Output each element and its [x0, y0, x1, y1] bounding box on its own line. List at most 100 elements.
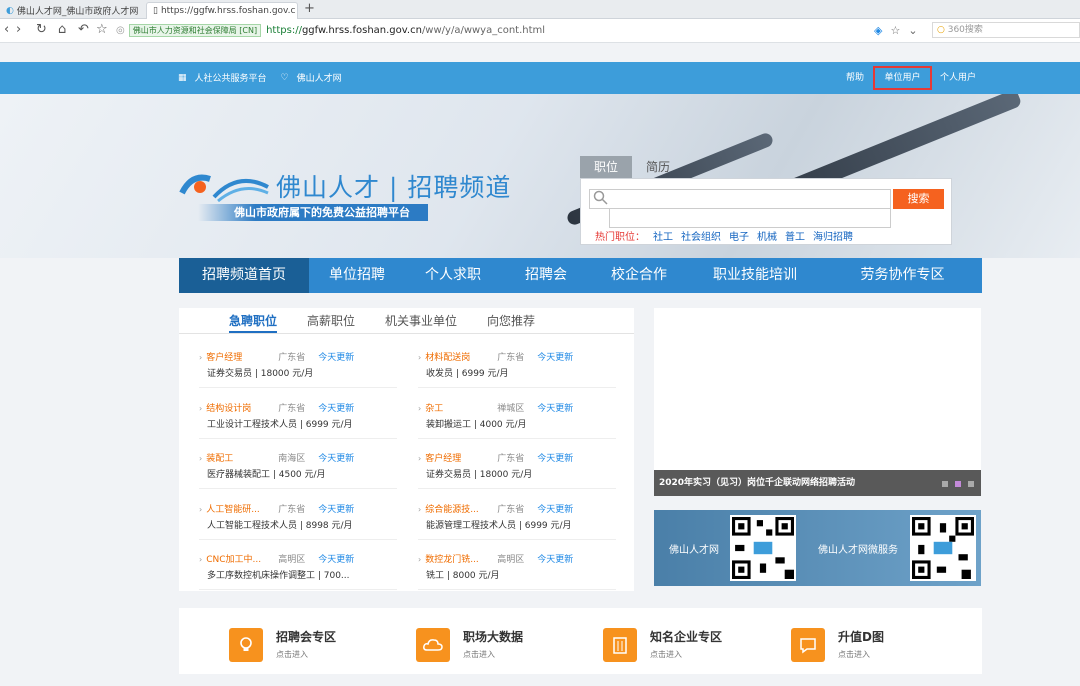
- bookmark-star-icon[interactable]: ☆: [890, 24, 900, 37]
- hot-job-link[interactable]: 海归招聘: [813, 228, 853, 243]
- job-item[interactable]: › 装配工 南海区 今天更新 医疗器械装配工 | 4500 元/月: [199, 443, 397, 489]
- back-icon[interactable]: ‹: [4, 22, 9, 38]
- tab-public-institutions[interactable]: 机关事业单位: [385, 308, 457, 333]
- new-tab-button[interactable]: +: [304, 1, 315, 16]
- job-item[interactable]: › 人工智能研... 广东省 今天更新 人工智能工程技术人员 | 8998 元/月: [199, 494, 397, 540]
- browser-tab-active[interactable]: ▯ https://ggfw.hrss.foshan.gov.c ×: [146, 2, 298, 19]
- home-icon[interactable]: ⌂: [58, 22, 66, 38]
- tab-resumes[interactable]: 简历: [632, 156, 684, 178]
- slider-dot[interactable]: [968, 481, 974, 487]
- job-item[interactable]: › 客户经理 广东省 今天更新 证券交易员 | 18000 元/月: [199, 342, 397, 388]
- slider-dot-active[interactable]: [955, 481, 961, 487]
- job-title[interactable]: 杂工: [425, 401, 497, 414]
- tab-page-icon: ▯: [153, 6, 158, 16]
- feature-title: 职场大数据: [463, 630, 524, 644]
- job-item[interactable]: › 客户经理 广东省 今天更新 证券交易员 | 18000 元/月: [418, 443, 616, 489]
- site-logo[interactable]: 佛山人才 | 招聘频道: [178, 167, 511, 205]
- browser-tab[interactable]: ◐ 佛山人才网_佛山市政府人才网 ×: [0, 2, 146, 19]
- job-area: 广东省: [278, 403, 306, 414]
- nav-skills-training[interactable]: 职业技能培训: [687, 258, 823, 293]
- shield-icon: ◎: [116, 25, 125, 36]
- qr-label-talent-net: 佛山人才网: [669, 545, 719, 556]
- slider-dot[interactable]: [942, 481, 948, 487]
- job-listing-panel: 急聘职位 高薪职位 机关事业单位 向您推荐 › 客户经理 广东省 今天更新 证券交易员 …: [179, 308, 634, 591]
- job-item[interactable]: › CNC加工中... 高明区 今天更新 多工序数控机床操作调整工 | 700...: [199, 544, 397, 590]
- grid-icon: ▦: [178, 72, 187, 83]
- tab-urgent-jobs[interactable]: 急聘职位: [229, 308, 278, 333]
- job-item[interactable]: › 综合能源技... 广东省 今天更新 能源管理工程技术人员 | 6999 元/月: [418, 494, 616, 540]
- reload-icon[interactable]: ↻: [36, 22, 47, 38]
- search-button[interactable]: 搜索: [893, 189, 944, 209]
- job-detail: 多工序数控机床操作调整工 | 700...: [207, 571, 350, 581]
- building-icon: [603, 628, 637, 662]
- chevron-down-icon[interactable]: ⌄: [908, 24, 917, 37]
- feature-title: 招聘会专区: [276, 630, 337, 644]
- job-title[interactable]: 数控龙门铣...: [425, 552, 497, 565]
- job-update-badge: 今天更新: [318, 454, 355, 464]
- nav-school-enterprise[interactable]: 校企合作: [591, 258, 687, 293]
- hot-job-link[interactable]: 电子: [729, 228, 749, 243]
- unit-user-link[interactable]: 单位用户: [873, 66, 932, 90]
- undo-icon[interactable]: ↶: [78, 22, 89, 38]
- qr-code-panel: 佛山人才网 佛山人才网微服务: [654, 510, 981, 586]
- nav-job-seeking[interactable]: 个人求职: [405, 258, 501, 293]
- job-item[interactable]: › 数控龙门铣... 高明区 今天更新 铣工 | 8000 元/月: [418, 544, 616, 590]
- job-update-badge: 今天更新: [537, 353, 574, 363]
- job-item[interactable]: › 结构设计岗 广东省 今天更新 工业设计工程技术人员 | 6999 元/月: [199, 393, 397, 439]
- nav-home[interactable]: 招聘频道首页: [179, 258, 309, 293]
- tab-recommended[interactable]: 向您推荐: [487, 308, 535, 333]
- job-area: 南海区: [278, 454, 306, 464]
- job-title[interactable]: 人工智能研...: [206, 502, 278, 515]
- personal-user-link[interactable]: 个人用户: [940, 68, 976, 88]
- job-detail: 工业设计工程技术人员 | 6999 元/月: [207, 419, 353, 430]
- hot-job-link[interactable]: 社会组织: [681, 228, 721, 243]
- search-tabs: 职位 简历: [580, 156, 684, 178]
- help-link[interactable]: 帮助: [846, 68, 864, 88]
- banner-slider[interactable]: 2020年实习（见习）岗位千企联动网络招聘活动: [654, 308, 981, 496]
- forward-icon[interactable]: ›: [16, 22, 21, 38]
- job-item[interactable]: › 材料配送岗 广东省 今天更新 收发员 | 6999 元/月: [418, 342, 616, 388]
- job-title[interactable]: CNC加工中...: [206, 552, 278, 565]
- nav-unit-recruit[interactable]: 单位招聘: [309, 258, 405, 293]
- job-area: 禅城区: [497, 403, 525, 414]
- job-detail: 人工智能工程技术人员 | 8998 元/月: [207, 520, 353, 531]
- job-title[interactable]: 装配工: [206, 451, 278, 464]
- feature-job-fair[interactable]: 招聘会专区 点击进入: [229, 628, 336, 662]
- tab-high-salary[interactable]: 高薪职位: [307, 308, 355, 333]
- nav-job-fair[interactable]: 招聘会: [501, 258, 591, 293]
- job-title[interactable]: 综合能源技...: [425, 502, 497, 515]
- tab-favicon: ◐: [6, 5, 14, 16]
- address-bar[interactable]: ◎ 佛山市人力资源和社会保障局 [CN] https://ggfw.hrss.f…: [116, 22, 873, 39]
- logo-mark-icon: [179, 174, 269, 203]
- nav-labor-cooperation[interactable]: 劳务协作专区: [823, 258, 982, 293]
- qr-code-icon: [730, 515, 796, 581]
- feature-subtitle: 点击进入: [276, 650, 308, 659]
- job-area: 高明区: [497, 555, 525, 565]
- feature-map[interactable]: 升值D图 点击进入: [791, 628, 884, 662]
- hot-job-link[interactable]: 社工: [653, 228, 673, 243]
- job-update-badge: 今天更新: [537, 555, 574, 565]
- job-title[interactable]: 材料配送岗: [425, 350, 497, 363]
- search-icon: [593, 190, 608, 205]
- browser-search-box[interactable]: ○ 360搜索: [932, 22, 1080, 38]
- job-title[interactable]: 客户经理: [425, 451, 497, 464]
- topbar-link-talent-net[interactable]: 佛山人才网: [297, 71, 342, 84]
- star-icon[interactable]: ☆: [96, 22, 108, 38]
- job-update-badge: 今天更新: [318, 555, 355, 565]
- hot-job-link[interactable]: 机械: [757, 228, 777, 243]
- topbar-link-service-platform[interactable]: 人社公共服务平台: [195, 71, 267, 84]
- job-title[interactable]: 客户经理: [206, 350, 278, 363]
- hot-job-link[interactable]: 普工: [785, 228, 805, 243]
- job-title[interactable]: 结构设计岗: [206, 401, 278, 414]
- job-update-badge: 今天更新: [318, 353, 355, 363]
- tab-jobs[interactable]: 职位: [580, 156, 633, 178]
- search-input[interactable]: [589, 189, 891, 209]
- feature-title: 知名企业专区: [650, 630, 723, 644]
- feature-big-data[interactable]: 职场大数据 点击进入: [416, 628, 523, 662]
- feature-famous-companies[interactable]: 知名企业专区 点击进入: [603, 628, 722, 662]
- feature-entries: 招聘会专区点击进入 职场大数据 点击进入 知名企业专区 点击进入 升值D图 点击进入: [179, 608, 982, 674]
- job-item[interactable]: › 杂工 禅城区 今天更新 装卸搬运工 | 4000 元/月: [418, 393, 616, 439]
- extension-icon[interactable]: ◈: [874, 24, 882, 37]
- job-area: 广东省: [497, 504, 525, 515]
- job-detail: 医疗器械装配工 | 4500 元/月: [207, 470, 326, 480]
